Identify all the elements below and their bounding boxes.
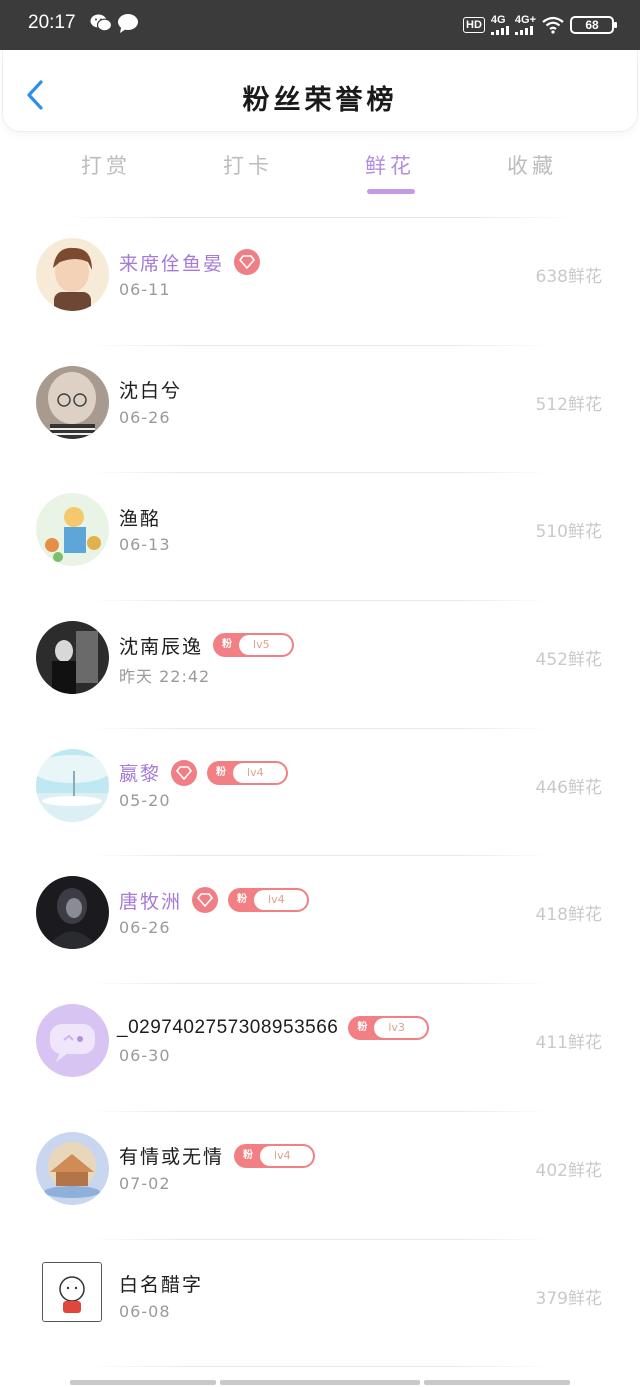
fan-level-badge: 粉 lv4 (228, 888, 309, 913)
fan-name[interactable]: 沈南辰逸 (119, 632, 203, 659)
fan-date: 06-08 (119, 1301, 171, 1321)
wechat-icon (90, 14, 112, 32)
fan-date: 06-26 (119, 407, 171, 427)
flower-count: 638鲜花 (535, 267, 602, 287)
list-item[interactable]: 渔酩 06-13 510鲜花 (0, 473, 640, 602)
flower-count: 402鲜花 (535, 1160, 602, 1181)
fan-name[interactable]: 沈白兮 (119, 376, 182, 403)
avatar[interactable] (36, 493, 109, 567)
flower-count: 452鲜花 (535, 650, 602, 671)
message-icon (118, 14, 138, 33)
list-item[interactable]: 沈南辰逸 粉 lv5 昨天 22:42 452鲜花 (0, 601, 640, 729)
avatar[interactable] (36, 365, 109, 439)
scroll-indicator (220, 1380, 420, 1385)
list-item[interactable]: 沈白兮 06-26 512鲜花 (0, 346, 640, 474)
fan-list: 来席佺鱼晏 06-11 638鲜花 沈白兮 06-26 512鲜花 渔酩 06-… (0, 218, 640, 1368)
fan-level-badge: 粉 lv3 (348, 1016, 429, 1041)
vip-diamond-icon (171, 759, 198, 786)
header: 粉丝荣誉榜 (2, 50, 638, 132)
list-item[interactable]: 白名醋字 06-08 379鲜花 (0, 1240, 640, 1368)
fan-date: 07-02 (119, 1173, 171, 1193)
tab-reward[interactable]: 打赏 (56, 150, 156, 180)
flower-count: 379鲜花 (535, 1288, 602, 1309)
tab-active-indicator (367, 189, 415, 194)
fan-level-badge: 粉 lv5 (213, 633, 294, 658)
avatar[interactable] (36, 1004, 109, 1078)
flower-count: 446鲜花 (535, 777, 602, 798)
list-item[interactable]: 有情或无情 粉 lv4 07-02 402鲜花 (0, 1112, 640, 1240)
fan-name[interactable]: 来席佺鱼晏 (119, 249, 224, 276)
tab-bar: 打赏 打卡 鲜花 收藏 (36, 150, 604, 200)
scroll-indicator (70, 1380, 216, 1385)
fan-date: 05-20 (119, 790, 171, 810)
fan-name[interactable]: 白名醋字 (119, 1270, 203, 1297)
list-item[interactable]: 来席佺鱼晏 06-11 638鲜花 (0, 218, 640, 346)
list-item[interactable]: 唐牧洲 粉 lv4 06-26 418鲜花 (0, 856, 640, 985)
flower-count: 510鲜花 (535, 522, 602, 543)
tab-flowers-label: 鲜花 (365, 154, 415, 178)
wifi-icon (542, 16, 564, 34)
scroll-indicator (424, 1380, 570, 1385)
vip-diamond-icon (234, 249, 261, 275)
row-divider (90, 1366, 550, 1368)
avatar[interactable] (36, 238, 109, 311)
tab-checkin[interactable]: 打卡 (198, 150, 298, 180)
avatar[interactable] (36, 621, 109, 695)
fan-name[interactable]: _0297402757308953566 (117, 1017, 338, 1039)
avatar[interactable] (36, 1131, 109, 1205)
fan-name[interactable]: 嬴黎 (119, 759, 161, 786)
status-bar: 20:17 HD 4G 4G+ 68 (0, 0, 640, 50)
signal-4g-icon: 4G (490, 15, 509, 35)
fan-name[interactable]: 渔酩 (119, 504, 161, 531)
flower-count: 418鲜花 (535, 905, 602, 926)
fan-date: 昨天 22:42 (119, 667, 211, 687)
fan-date: 06-30 (119, 1046, 171, 1066)
list-item[interactable]: _0297402757308953566 粉 lv3 06-30 411鲜花 (0, 984, 640, 1112)
tab-flowers[interactable]: 鲜花 (340, 150, 440, 194)
fan-date: 06-11 (119, 280, 171, 299)
avatar[interactable] (36, 876, 109, 950)
avatar[interactable] (36, 748, 109, 822)
flower-count: 411鲜花 (535, 1033, 602, 1054)
fan-date: 06-13 (119, 535, 171, 555)
status-icons: HD 4G 4G+ 68 (463, 13, 617, 37)
flower-count: 512鲜花 (535, 394, 602, 415)
hd-voice-icon: HD (463, 17, 485, 33)
fan-level-badge: 粉 lv4 (207, 760, 288, 785)
status-time: 20:17 (28, 12, 76, 33)
list-item[interactable]: 嬴黎 粉 lv4 05-20 446鲜花 (0, 729, 640, 857)
fan-level-badge: 粉 lv4 (234, 1143, 315, 1168)
tab-collect[interactable]: 收藏 (482, 150, 582, 180)
page-title: 粉丝荣誉榜 (242, 85, 398, 116)
avatar[interactable] (42, 1261, 102, 1322)
fan-date: 06-26 (119, 918, 171, 938)
fan-name[interactable]: 有情或无情 (119, 1142, 224, 1169)
vip-diamond-icon (192, 887, 219, 914)
fan-name[interactable]: 唐牧洲 (119, 887, 182, 914)
signal-4g-plus-icon: 4G+ (514, 15, 536, 35)
battery-icon: 68 (570, 16, 617, 34)
